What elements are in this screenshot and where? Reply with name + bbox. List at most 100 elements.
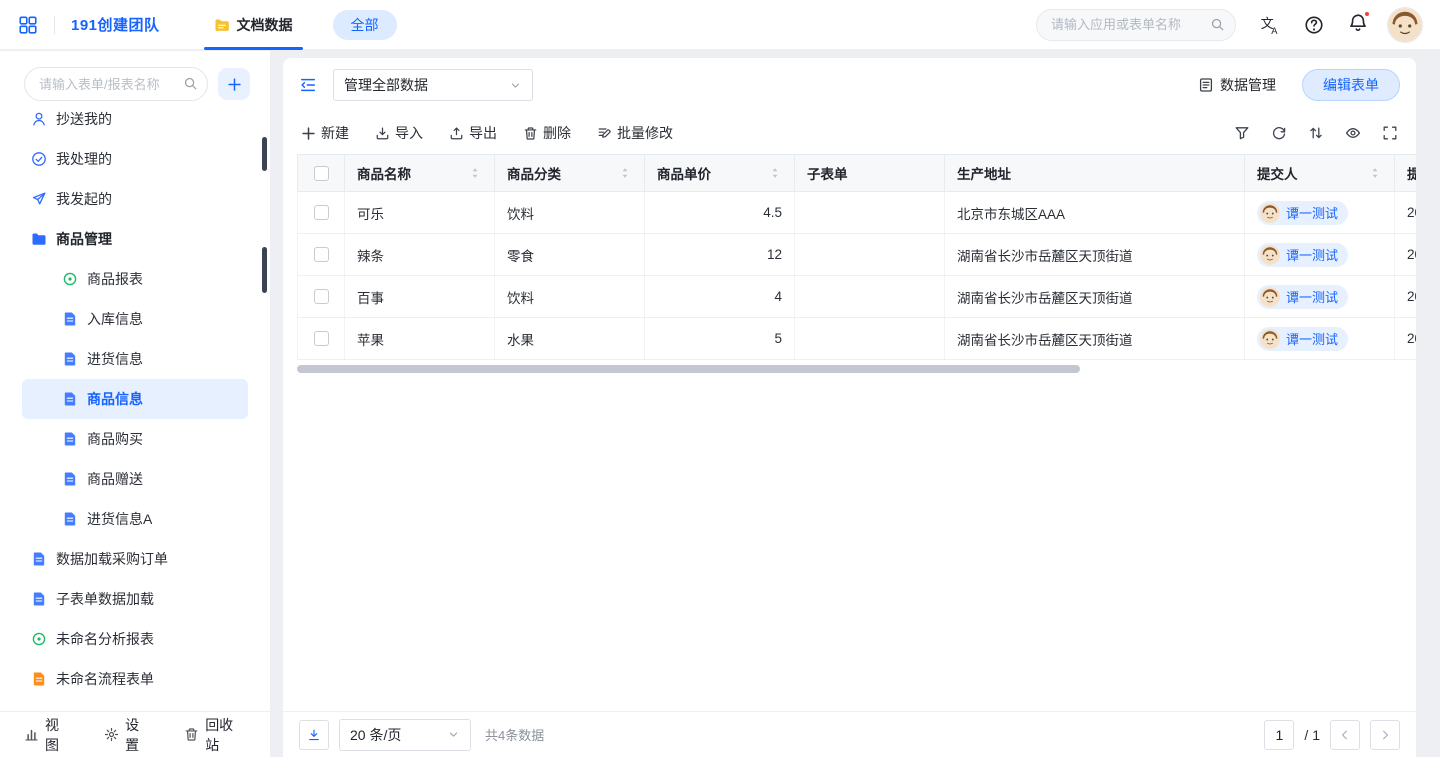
report-icon	[31, 631, 47, 647]
search-icon[interactable]	[1210, 17, 1225, 32]
sidebar-item-label: 进货信息A	[87, 509, 152, 529]
sidebar-item[interactable]: 进货信息	[22, 339, 248, 379]
view-select[interactable]: 管理全部数据	[333, 69, 533, 101]
cell: 北京市东城区AAA	[945, 192, 1245, 233]
table-row[interactable]: 苹果水果5湖南省长沙市岳麓区天顶街道谭一测试20	[297, 318, 1416, 360]
page-input[interactable]: 1	[1264, 720, 1294, 750]
submitter-tag[interactable]: 谭一测试	[1257, 285, 1348, 309]
sidebar-item[interactable]: 子表单数据加载	[22, 579, 248, 619]
submitter-name: 谭一测试	[1286, 287, 1338, 306]
eye-icon[interactable]	[1345, 125, 1361, 141]
refresh-icon[interactable]	[1271, 125, 1287, 141]
column-header[interactable]: 提	[1395, 155, 1416, 191]
column-header[interactable]: 子表单	[795, 155, 945, 191]
sidebar-footer-views[interactable]: 视图	[24, 715, 72, 755]
sidebar-item[interactable]: 我处理的	[22, 139, 248, 179]
action-new[interactable]: 新建	[301, 123, 349, 143]
app-search-input[interactable]	[1036, 9, 1236, 41]
sort-icon[interactable]	[1368, 166, 1382, 180]
row-checkbox[interactable]	[314, 331, 329, 346]
next-page-button[interactable]	[1370, 720, 1400, 750]
team-name[interactable]: 191创建团队	[71, 14, 160, 35]
cell: 20	[1395, 192, 1416, 233]
scope-pill-all[interactable]: 全部	[333, 10, 397, 40]
filter-icon[interactable]	[1234, 125, 1250, 141]
sidebar-item[interactable]: 商品报表	[22, 259, 248, 299]
help-icon[interactable]	[1304, 15, 1324, 35]
form-search-input[interactable]	[24, 67, 208, 101]
view-select-value: 管理全部数据	[344, 75, 428, 95]
cell: 湖南省长沙市岳麓区天顶街道	[945, 318, 1245, 359]
table-row[interactable]: 可乐饮料4.5北京市东城区AAA谭一测试20	[297, 192, 1416, 234]
sidebar-item[interactable]: 商品赠送	[22, 459, 248, 499]
page-size-select[interactable]: 20 条/页	[339, 719, 471, 751]
scroll-to-bottom-button[interactable]	[299, 720, 329, 750]
to-bottom-icon	[307, 728, 321, 742]
row-checkbox[interactable]	[314, 289, 329, 304]
notifications-button[interactable]	[1348, 13, 1368, 36]
action-label: 批量修改	[617, 123, 673, 143]
sort-icon[interactable]	[618, 166, 632, 180]
submitter-avatar	[1260, 245, 1280, 265]
data-manage-label: 数据管理	[1220, 75, 1276, 95]
folder-yellow-icon	[214, 17, 230, 33]
submitter-tag[interactable]: 谭一测试	[1257, 327, 1348, 351]
sort-icon[interactable]	[468, 166, 482, 180]
sidebar-scrollbar[interactable]	[262, 137, 267, 171]
tab-doc-data[interactable]: 文档数据	[202, 0, 305, 50]
flow-form-icon	[31, 671, 47, 687]
column-label: 商品分类	[507, 163, 561, 183]
column-label: 商品单价	[657, 163, 711, 183]
submitter-tag[interactable]: 谭一测试	[1257, 201, 1348, 225]
expand-icon[interactable]	[1382, 125, 1398, 141]
action-import[interactable]: 导入	[375, 123, 423, 143]
app-grid-icon[interactable]	[18, 15, 38, 35]
select-all-checkbox[interactable]	[314, 166, 329, 181]
action-export[interactable]: 导出	[449, 123, 497, 143]
submitter-tag[interactable]: 谭一测试	[1257, 243, 1348, 267]
sidebar-item[interactable]: 商品购买	[22, 419, 248, 459]
column-header[interactable]: 生产地址	[945, 155, 1245, 191]
user-avatar[interactable]	[1388, 8, 1422, 42]
collapse-sidebar-icon[interactable]	[299, 76, 317, 94]
horizontal-scrollbar[interactable]	[297, 365, 1080, 373]
search-icon[interactable]	[183, 76, 198, 91]
column-header[interactable]: 商品分类	[495, 155, 645, 191]
tab-label: 文档数据	[237, 15, 293, 35]
add-form-button[interactable]	[218, 68, 250, 100]
column-header[interactable]: 商品单价	[645, 155, 795, 191]
column-header[interactable]: 提交人	[1245, 155, 1395, 191]
sidebar-item[interactable]: 抄送我的	[22, 111, 248, 139]
sidebar-item[interactable]: 商品信息	[22, 379, 248, 419]
sidebar-item-label: 未命名流程表单	[56, 669, 154, 689]
sidebar-item[interactable]: 我发起的	[22, 179, 248, 219]
table-row[interactable]: 百事饮料4湖南省长沙市岳麓区天顶街道谭一测试20	[297, 276, 1416, 318]
form-search	[24, 67, 208, 101]
submitter-name: 谭一测试	[1286, 203, 1338, 222]
sidebar-item-label: 未命名分析报表	[56, 629, 154, 649]
row-checkbox[interactable]	[314, 247, 329, 262]
action-delete[interactable]: 删除	[523, 123, 571, 143]
sort-icon[interactable]	[768, 166, 782, 180]
column-label: 提交人	[1257, 163, 1298, 183]
translate-icon[interactable]: 文A	[1260, 15, 1280, 35]
sidebar-item[interactable]: 商品管理	[22, 219, 248, 259]
sidebar-item[interactable]: 未命名分析报表	[22, 619, 248, 659]
sidebar-scrollbar[interactable]	[262, 247, 267, 293]
sort-icon[interactable]	[1308, 125, 1324, 141]
action-batch-edit[interactable]: 批量修改	[597, 123, 673, 143]
sidebar-item[interactable]: 进货信息A	[22, 499, 248, 539]
sidebar-item[interactable]: 入库信息	[22, 299, 248, 339]
data-manage-button[interactable]: 数据管理	[1198, 75, 1276, 95]
sidebar-footer-settings[interactable]: 设置	[104, 715, 152, 755]
edit-form-button[interactable]: 编辑表单	[1302, 69, 1400, 101]
column-header[interactable]: 商品名称	[345, 155, 495, 191]
sidebar-item[interactable]: 未命名流程表单	[22, 659, 248, 699]
table-row[interactable]: 辣条零食12湖南省长沙市岳麓区天顶街道谭一测试20	[297, 234, 1416, 276]
row-checkbox[interactable]	[314, 205, 329, 220]
total-count: 共4条数据	[485, 725, 544, 744]
prev-page-button[interactable]	[1330, 720, 1360, 750]
action-label: 删除	[543, 123, 571, 143]
sidebar-footer-recycle-bin[interactable]: 回收站	[184, 715, 246, 755]
sidebar-item[interactable]: 数据加载采购订单	[22, 539, 248, 579]
